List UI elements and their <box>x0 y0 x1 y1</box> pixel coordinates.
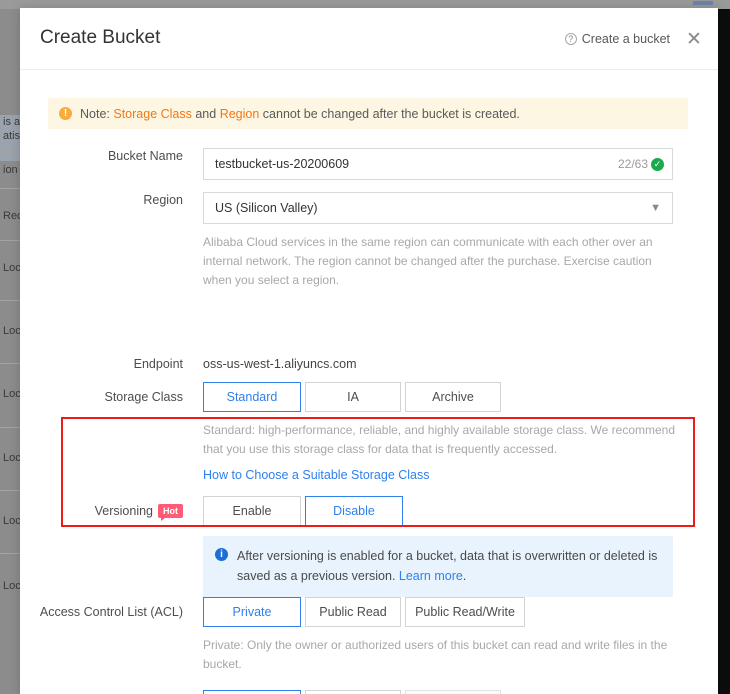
background-right-strip <box>718 9 730 694</box>
note-middle: and <box>191 106 220 121</box>
bucket-name-input[interactable]: testbucket-us-20200609 22/63 ✓ <box>203 148 673 180</box>
acl-options: Private Public Read Public Read/Write <box>203 597 683 627</box>
acl-option-label: Private <box>232 605 272 619</box>
storage-class-label: Storage Class <box>104 390 183 404</box>
dialog-help-link[interactable]: ? Create a bucket <box>564 32 670 46</box>
hot-badge: Hot <box>158 504 183 521</box>
versioning-info-text: After versioning is enabled for a bucket… <box>237 546 661 586</box>
versioning-learn-more-link[interactable]: Learn more <box>399 569 463 583</box>
versioning-info-box: i After versioning is enabled for a buck… <box>203 536 673 597</box>
encryption-option-none[interactable]: None <box>203 690 301 694</box>
page-title: Create Bucket <box>40 27 161 48</box>
versioning-option-label: Disable <box>333 504 375 518</box>
question-circle-icon: ? <box>564 33 577 45</box>
storage-class-option-archive[interactable]: Archive <box>405 382 501 412</box>
region-select[interactable]: US (Silicon Valley) ▼ <box>203 192 673 224</box>
warning-circle-icon: ! <box>59 107 72 120</box>
endpoint-label: Endpoint <box>133 357 183 371</box>
note-banner-text: Note: Storage Class and Region cannot be… <box>80 107 520 121</box>
encryption-options: None AES-256 KMS <box>203 690 683 694</box>
storage-class-option-label: Archive <box>432 390 474 404</box>
versioning-label-text: Versioning <box>94 504 153 518</box>
note-highlight-storage-class: Storage Class <box>113 106 192 121</box>
acl-option-private[interactable]: Private <box>203 597 301 627</box>
note-suffix: cannot be changed after the bucket is cr… <box>259 106 520 121</box>
acl-option-label: Public Read <box>319 605 387 619</box>
versioning-info-suffix: . <box>462 569 467 583</box>
endpoint-value: oss-us-west-1.aliyuncs.com <box>203 357 357 371</box>
storage-class-option-ia[interactable]: IA <box>305 382 401 412</box>
versioning-option-disable[interactable]: Disable <box>305 496 403 526</box>
storage-class-option-standard[interactable]: Standard <box>203 382 301 412</box>
note-banner: ! Note: Storage Class and Region cannot … <box>48 98 688 129</box>
encryption-option-kms: KMS <box>405 690 501 694</box>
region-label: Region <box>143 193 183 207</box>
versioning-option-enable[interactable]: Enable <box>203 496 301 526</box>
bucket-name-label: Bucket Name <box>107 149 183 163</box>
dialog-help-label: Create a bucket <box>581 32 670 46</box>
dialog-header: Create Bucket ? Create a bucket ✕ <box>20 8 718 70</box>
acl-label: Access Control List (ACL) <box>39 605 183 619</box>
acl-option-public-read-write[interactable]: Public Read/Write <box>405 597 525 627</box>
encryption-option-aes-256[interactable]: AES-256 <box>305 690 401 694</box>
storage-class-options: Standard IA Archive <box>203 382 683 412</box>
acl-option-label: Public Read/Write <box>415 605 515 619</box>
create-bucket-dialog: Create Bucket ? Create a bucket ✕ ! Note… <box>20 8 718 694</box>
acl-option-public-read[interactable]: Public Read <box>305 597 401 627</box>
storage-class-option-label: IA <box>347 390 359 404</box>
versioning-options: Enable Disable <box>203 496 673 526</box>
storage-class-help-link[interactable]: How to Choose a Suitable Storage Class <box>203 468 430 482</box>
note-highlight-region: Region <box>219 106 260 121</box>
acl-help-text: Private: Only the owner or authorized us… <box>203 638 668 671</box>
bucket-name-counter: 22/63 <box>617 157 648 171</box>
bucket-name-value: testbucket-us-20200609 <box>215 157 350 171</box>
storage-class-help-text: Standard: high-performance, reliable, an… <box>203 423 676 456</box>
versioning-option-label: Enable <box>232 504 272 518</box>
storage-class-option-label: Standard <box>226 390 278 404</box>
chevron-down-icon: ▼ <box>650 202 661 214</box>
region-help-text: Alibaba Cloud services in the same regio… <box>203 235 653 287</box>
info-circle-icon: i <box>215 548 228 561</box>
note-prefix: Note: <box>80 106 114 121</box>
versioning-label: Versioning Hot <box>20 503 183 521</box>
close-icon[interactable]: ✕ <box>683 28 705 50</box>
check-circle-icon: ✓ <box>651 157 664 171</box>
background-top-bar-accent <box>693 1 713 5</box>
dialog-body: ! Note: Storage Class and Region cannot … <box>20 70 718 694</box>
region-selected-value: US (Silicon Valley) <box>215 201 318 215</box>
